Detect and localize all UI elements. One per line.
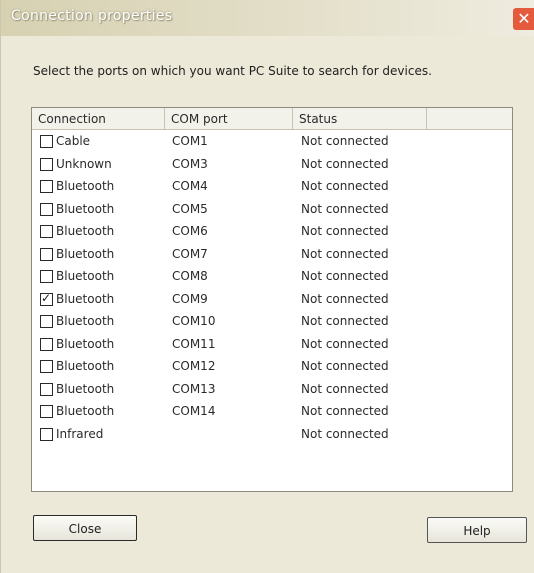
table-row[interactable]: Bluetooth COM5 Not connected [32,198,512,221]
status-cell: Not connected [301,134,389,148]
com-port-cell: COM3 [172,156,208,171]
status-cell: Not connected [301,381,389,396]
close-icon[interactable]: ✕ [513,8,534,30]
connection-cell: Bluetooth [56,314,115,328]
table-row[interactable]: Bluetooth COM13 Not connected [32,378,512,401]
table-row[interactable]: Bluetooth COM14 Not connected [32,400,512,423]
connection-cell: Bluetooth [56,269,115,283]
row-checkbox[interactable] [40,427,53,441]
table-row[interactable]: Bluetooth COM4 Not connected [32,175,512,198]
checkmark-icon: ✓ [41,290,52,305]
row-checkbox[interactable]: ✓ [40,290,53,306]
com-port-cell: COM14 [172,404,216,418]
connection-cell: Bluetooth [56,404,115,418]
row-checkbox[interactable] [40,360,53,373]
column-header-filler [427,108,514,129]
connection-cell: Infrared [56,426,104,441]
instructions-text: Select the ports on which you want PC Su… [33,64,432,78]
column-header-status[interactable]: Status [293,108,427,129]
table-row[interactable]: Cable COM1 Not connected [32,130,512,153]
com-port-cell: COM6 [172,224,208,238]
column-header-com-port[interactable]: COM port [165,108,293,129]
table-row[interactable]: ✓ Bluetooth COM9 Not connected [32,288,512,311]
connection-cell: Bluetooth [56,246,115,261]
com-port-cell: COM11 [172,336,216,351]
status-cell: Not connected [301,156,389,171]
window-title: Connection properties [11,8,173,24]
connection-cell: Bluetooth [56,291,115,306]
com-port-cell: COM10 [172,314,216,328]
status-cell: Not connected [301,426,389,441]
com-port-cell: COM13 [172,381,216,396]
connection-cell: Bluetooth [56,201,115,216]
row-checkbox[interactable] [40,315,53,328]
table-row[interactable]: Bluetooth COM7 Not connected [32,243,512,266]
com-port-cell: COM7 [172,246,208,261]
table-row[interactable]: Bluetooth COM6 Not connected [32,220,512,243]
status-cell: Not connected [301,201,389,216]
row-checkbox[interactable] [40,382,53,396]
connection-cell: Cable [56,134,91,148]
status-cell: Not connected [301,404,389,418]
list-rows: Cable COM1 Not connected Unknown COM3 Not con… [32,130,512,445]
status-cell: Not connected [301,359,389,373]
ports-list[interactable]: Connection COM port Status Cable COM1 Not … [31,107,513,492]
row-checkbox[interactable] [40,202,53,216]
row-checkbox[interactable] [40,225,53,238]
row-checkbox[interactable] [40,270,53,283]
row-checkbox[interactable] [40,180,53,193]
help-button[interactable]: Help [427,517,527,543]
close-button[interactable]: Close [33,515,137,541]
status-cell: Not connected [301,224,389,238]
row-checkbox[interactable] [40,157,53,171]
com-port-cell: COM9 [172,291,208,306]
status-cell: Not connected [301,336,389,351]
connection-cell: Bluetooth [56,359,115,373]
table-row[interactable]: Infrared Not connected [32,423,512,446]
com-port-cell: COM4 [172,179,208,193]
status-cell: Not connected [301,269,389,283]
row-checkbox[interactable] [40,247,53,261]
title-bar[interactable]: Connection properties ✕ [1,0,534,36]
com-port-cell: COM12 [172,359,216,373]
list-header: Connection COM port Status [32,108,512,130]
status-cell: Not connected [301,291,389,306]
table-row[interactable]: Bluetooth COM10 Not connected [32,310,512,333]
connection-cell: Bluetooth [56,336,115,351]
row-checkbox[interactable] [40,337,53,351]
table-row[interactable]: Bluetooth COM11 Not connected [32,333,512,356]
com-port-cell: COM5 [172,201,208,216]
column-header-connection[interactable]: Connection [32,108,165,129]
connection-cell: Bluetooth [56,179,115,193]
connection-cell: Bluetooth [56,224,115,238]
connection-cell: Unknown [56,156,112,171]
table-row[interactable]: Bluetooth COM8 Not connected [32,265,512,288]
row-checkbox[interactable] [40,135,53,148]
table-row[interactable]: Unknown COM3 Not connected [32,153,512,176]
com-port-cell: COM8 [172,269,208,283]
com-port-cell: COM1 [172,134,208,148]
row-checkbox[interactable] [40,405,53,418]
connection-cell: Bluetooth [56,381,115,396]
status-cell: Not connected [301,314,389,328]
connection-properties-dialog: Connection properties ✕ Select the ports… [0,0,534,573]
status-cell: Not connected [301,246,389,261]
status-cell: Not connected [301,179,389,193]
table-row[interactable]: Bluetooth COM12 Not connected [32,355,512,378]
